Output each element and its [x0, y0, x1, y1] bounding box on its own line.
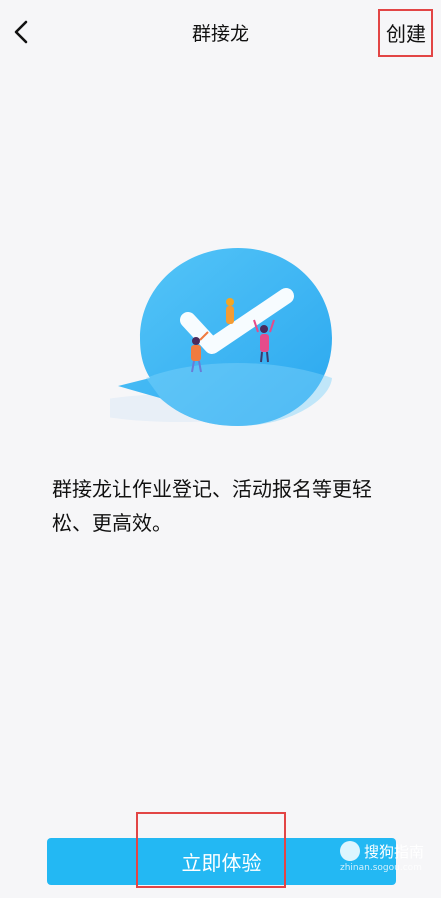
watermark-subtext: zhinan.sogou.com [340, 863, 422, 873]
watermark-text: 搜狗指南 [364, 843, 425, 861]
create-button[interactable]: 创建 [386, 18, 426, 47]
description-text: 群接龙让作业登记、活动报名等更轻松、更高效。 [52, 477, 372, 535]
try-now-label: 立即体验 [181, 851, 262, 875]
sogou-logo-icon [340, 841, 360, 861]
check-illustration [110, 248, 332, 426]
person-center [226, 298, 234, 324]
nav-bar: 群接龙 创建 [0, 0, 441, 64]
watermark: 搜狗指南 zhinan.sogou.com [340, 839, 436, 875]
page-title: 群接龙 [191, 23, 249, 45]
